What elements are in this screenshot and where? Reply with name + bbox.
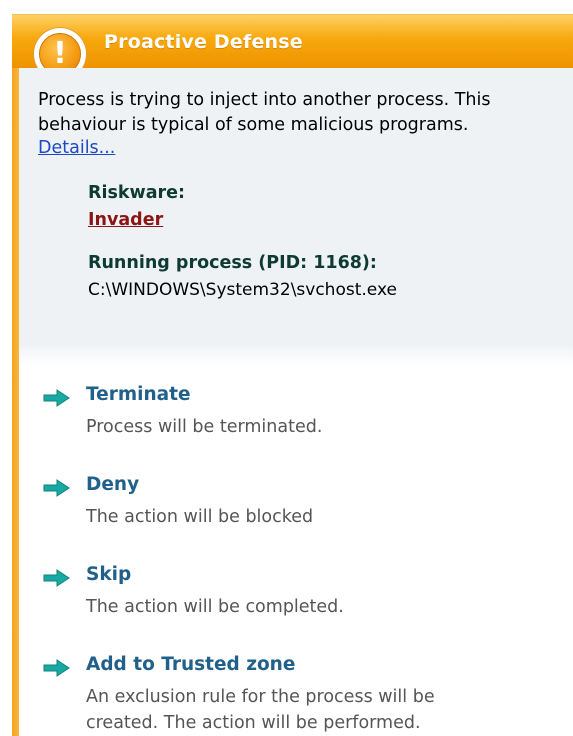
terminate-description: Process will be terminated. [86,417,323,437]
riskware-label: Riskware: [88,183,186,203]
arrow-right-icon [43,569,70,587]
skip-description: The action will be completed. [86,597,344,617]
add-to-trusted-zone-description: An exclusion rule for the process will b… [86,687,435,733]
window-title: Proactive Defense [104,31,303,53]
alert-description: Process is trying to inject into another… [38,90,491,135]
orange-side-bar [12,68,19,736]
title-bar: Proactive Defense [12,14,573,68]
deny-action[interactable]: Deny The action will be blocked [42,474,542,538]
skip-title[interactable]: Skip [86,564,131,585]
terminate-title[interactable]: Terminate [86,384,191,405]
deny-title[interactable]: Deny [86,474,139,495]
riskware-name-link[interactable]: Invader [88,210,163,230]
arrow-right-icon [43,659,70,677]
arrow-right-icon [43,479,70,497]
details-link[interactable]: Details... [38,138,115,158]
info-panel-fade [19,344,573,366]
deny-description: The action will be blocked [86,507,314,527]
running-process-label: Running process (PID: 1168): [88,253,377,273]
add-to-trusted-zone-title[interactable]: Add to Trusted zone [86,654,295,675]
process-path: C:\WINDOWS\System32\svchost.exe [88,280,397,300]
add-to-trusted-zone-action[interactable]: Add to Trusted zone An exclusion rule fo… [42,654,542,734]
skip-action[interactable]: Skip The action will be completed. [42,564,542,628]
terminate-action[interactable]: Terminate Process will be terminated. [42,384,542,448]
arrow-right-icon [43,389,70,407]
